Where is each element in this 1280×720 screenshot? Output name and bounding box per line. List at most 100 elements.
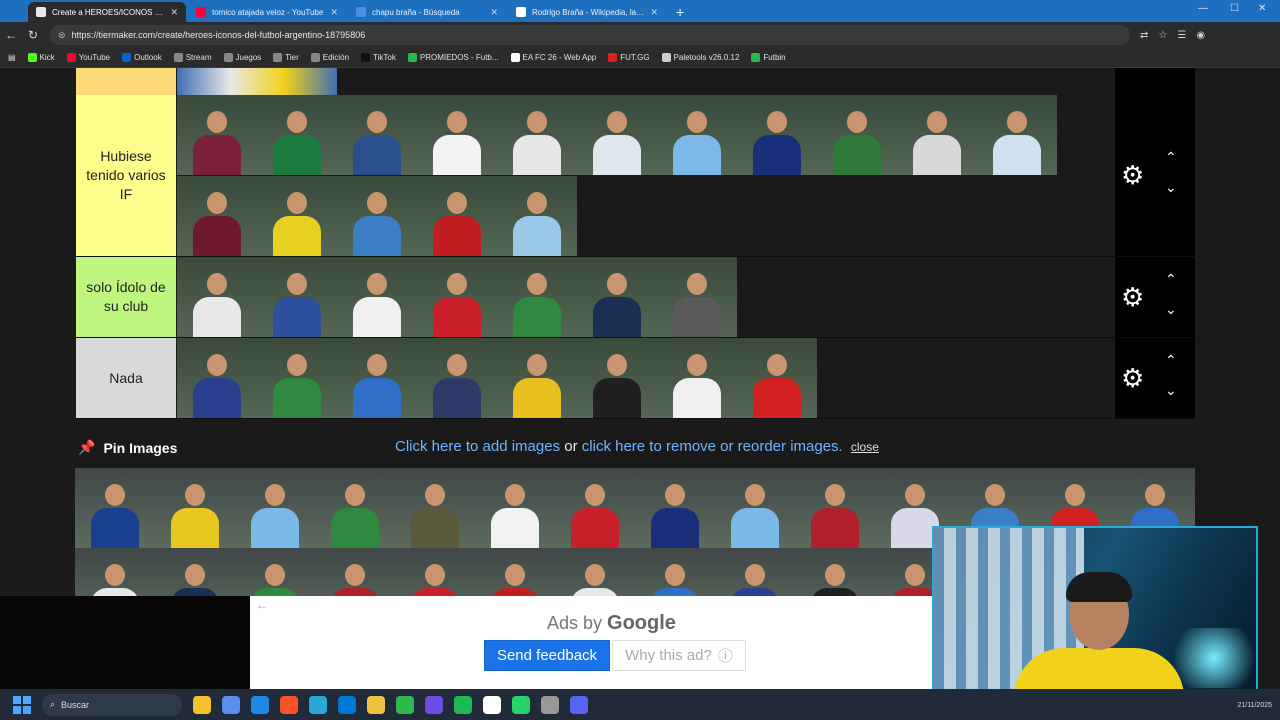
tier-label[interactable]: Nada bbox=[76, 338, 176, 418]
taskbar-app-icon[interactable] bbox=[396, 695, 414, 714]
pool-player-image[interactable] bbox=[75, 468, 155, 548]
browser-tab[interactable]: Rodrigo Braña - Wikipedia, la enc ✕ bbox=[508, 2, 666, 22]
player-image[interactable] bbox=[577, 338, 657, 418]
bookmark-item[interactable]: Outlook bbox=[122, 53, 162, 62]
player-image[interactable] bbox=[657, 257, 737, 337]
back-icon[interactable]: ← bbox=[0, 28, 22, 42]
player-image[interactable] bbox=[657, 338, 737, 418]
taskbar-app-icon[interactable] bbox=[367, 695, 385, 714]
player-image[interactable] bbox=[497, 257, 577, 337]
browser-tab[interactable]: Create a HEROES/ICONOS del FÚ ✕ bbox=[28, 2, 186, 22]
translate-icon[interactable]: ⇄ bbox=[1140, 30, 1148, 41]
close-link[interactable]: close bbox=[851, 440, 879, 454]
browser-tab[interactable]: tomico atajada veloz - YouTube ✕ bbox=[188, 2, 346, 22]
taskbar-app-icon[interactable] bbox=[251, 695, 269, 714]
bookmark-item[interactable]: Futbin bbox=[751, 53, 786, 62]
player-image[interactable] bbox=[497, 176, 577, 256]
pool-player-image[interactable] bbox=[475, 468, 555, 548]
pool-player-image[interactable] bbox=[555, 468, 635, 548]
chevron-up-icon[interactable]: ⌃ bbox=[1165, 150, 1177, 164]
taskbar-search[interactable]: ⌕ Buscar bbox=[42, 693, 182, 716]
player-image[interactable] bbox=[577, 257, 657, 337]
player-image[interactable] bbox=[337, 257, 417, 337]
url-field[interactable]: ⊜ https://tiermaker.com/create/heroes-ic… bbox=[50, 25, 1130, 45]
bookmark-item[interactable]: Juegos bbox=[223, 53, 261, 62]
player-image[interactable] bbox=[417, 338, 497, 418]
player-image[interactable] bbox=[497, 338, 577, 418]
player-image[interactable] bbox=[977, 95, 1057, 175]
bookmark-item[interactable]: YouTube bbox=[66, 53, 110, 62]
tab-close-icon[interactable]: ✕ bbox=[490, 7, 498, 18]
chevron-up-icon[interactable]: ⌃ bbox=[1165, 353, 1177, 367]
taskbar-app-icon[interactable] bbox=[309, 695, 327, 714]
player-image[interactable] bbox=[897, 95, 977, 175]
tab-close-icon[interactable]: ✕ bbox=[330, 7, 338, 18]
gear-icon[interactable]: ⚙ bbox=[1121, 284, 1144, 310]
player-image[interactable] bbox=[737, 95, 817, 175]
pool-player-image[interactable] bbox=[715, 468, 795, 548]
player-image[interactable] bbox=[257, 257, 337, 337]
chevron-down-icon[interactable]: ⌄ bbox=[1165, 383, 1177, 397]
minimize-icon[interactable]: — bbox=[1198, 3, 1208, 14]
player-image[interactable] bbox=[417, 176, 497, 256]
remove-reorder-link[interactable]: click here to remove or reorder images. bbox=[582, 438, 843, 455]
taskbar-app-icon[interactable] bbox=[425, 695, 443, 714]
player-image[interactable] bbox=[257, 176, 337, 256]
tier-label[interactable]: Hubiese tenido varios IF bbox=[76, 95, 176, 256]
player-image[interactable] bbox=[337, 338, 417, 418]
bookmark-item[interactable]: Edición bbox=[310, 53, 349, 62]
bookmark-item[interactable]: FUT.GG bbox=[608, 53, 650, 62]
taskbar-app-icon[interactable] bbox=[512, 695, 530, 714]
chevron-down-icon[interactable]: ⌄ bbox=[1165, 180, 1177, 194]
close-window-icon[interactable]: ✕ bbox=[1258, 3, 1266, 14]
ad-back-icon[interactable]: ← bbox=[256, 598, 268, 612]
player-image[interactable] bbox=[177, 338, 257, 418]
tab-close-icon[interactable]: ✕ bbox=[170, 7, 178, 18]
taskbar-app-icon[interactable] bbox=[541, 695, 559, 714]
chevron-down-icon[interactable]: ⌄ bbox=[1165, 302, 1177, 316]
player-image[interactable] bbox=[177, 95, 257, 175]
gear-icon[interactable]: ⚙ bbox=[1121, 162, 1144, 188]
tier-label[interactable]: solo Ídolo de su club bbox=[76, 257, 176, 337]
bookmark-item[interactable]: Paletools v26.0.12 bbox=[661, 53, 739, 62]
pool-player-image[interactable] bbox=[235, 468, 315, 548]
why-this-ad-button[interactable]: Why this ad? ⓘ bbox=[612, 640, 746, 671]
bookmark-item[interactable]: PROMIEDOS - Futb... bbox=[407, 53, 499, 62]
maximize-icon[interactable]: ☐ bbox=[1230, 3, 1239, 14]
reload-icon[interactable]: ↻ bbox=[22, 28, 44, 42]
add-images-link[interactable]: Click here to add images bbox=[395, 438, 560, 455]
taskbar-app-icon[interactable] bbox=[280, 695, 298, 714]
player-image[interactable] bbox=[737, 338, 817, 418]
bookmark-item[interactable]: Kick bbox=[27, 53, 55, 62]
pool-player-image[interactable] bbox=[395, 468, 475, 548]
favorites-icon[interactable]: ☰ bbox=[1177, 30, 1186, 41]
pool-player-image[interactable] bbox=[795, 468, 875, 548]
taskbar-app-icon[interactable] bbox=[338, 695, 356, 714]
start-button[interactable] bbox=[10, 695, 34, 715]
bookmark-item[interactable]: Tier bbox=[273, 53, 299, 62]
taskbar-app-icon[interactable] bbox=[193, 695, 211, 714]
player-image[interactable] bbox=[497, 95, 577, 175]
chevron-up-icon[interactable]: ⌃ bbox=[1165, 272, 1177, 286]
bookmark-item[interactable]: EA FC 26 - Web App bbox=[510, 53, 596, 62]
player-image[interactable] bbox=[177, 176, 257, 256]
gear-icon[interactable]: ⚙ bbox=[1121, 365, 1144, 391]
player-image[interactable] bbox=[177, 257, 257, 337]
pool-player-image[interactable] bbox=[635, 468, 715, 548]
player-image[interactable] bbox=[257, 95, 337, 175]
star-icon[interactable]: ☆ bbox=[1158, 30, 1167, 41]
tab-close-icon[interactable]: ✕ bbox=[650, 7, 658, 18]
taskbar-app-icon[interactable] bbox=[222, 695, 240, 714]
player-image[interactable] bbox=[257, 338, 337, 418]
player-image[interactable] bbox=[337, 176, 417, 256]
player-image[interactable] bbox=[817, 95, 897, 175]
pool-player-image[interactable] bbox=[315, 468, 395, 548]
bookmarks-menu-icon[interactable]: ▤ bbox=[8, 53, 16, 62]
player-image[interactable] bbox=[337, 95, 417, 175]
taskbar-app-icon[interactable] bbox=[454, 695, 472, 714]
player-image[interactable] bbox=[577, 95, 657, 175]
player-image[interactable] bbox=[417, 257, 497, 337]
browser-tab[interactable]: chapu braña - Búsqueda ✕ bbox=[348, 2, 506, 22]
new-tab-button[interactable]: + bbox=[668, 2, 692, 22]
player-image[interactable] bbox=[417, 95, 497, 175]
